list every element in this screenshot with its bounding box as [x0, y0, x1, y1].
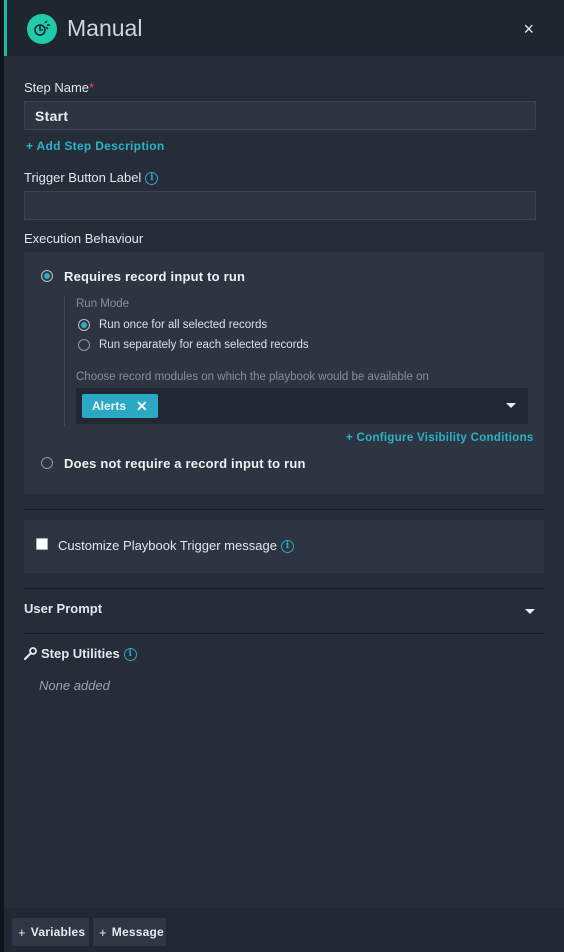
- run-once-radio[interactable]: [78, 319, 90, 331]
- run-separately-label[interactable]: Run separately for each selected records: [99, 339, 309, 351]
- panel-title: Manual: [67, 15, 143, 41]
- record-modules-label: Choose record modules on which the playb…: [76, 371, 429, 383]
- trigger-button-input[interactable]: [24, 191, 536, 220]
- customize-message-label-text: Customize Playbook Trigger message: [58, 538, 277, 553]
- trigger-hand-icon: [27, 14, 57, 44]
- info-icon[interactable]: i: [145, 172, 159, 186]
- footer-toolbar: + Variables + Message: [4, 908, 564, 952]
- info-icon[interactable]: i: [280, 540, 294, 554]
- section-divider: [24, 633, 544, 634]
- step-utilities-label: Step Utilities: [41, 646, 120, 661]
- run-mode-guide-line: [64, 296, 65, 426]
- add-step-description-link[interactable]: + Add Step Description: [26, 139, 165, 153]
- customize-message-label: Customize Playbook Trigger message i: [58, 538, 294, 554]
- step-name-label-text: Step Name: [24, 80, 90, 95]
- trigger-button-label: Trigger Button Label i: [24, 170, 159, 186]
- module-tag-label: Alerts: [92, 399, 127, 413]
- remove-tag-icon[interactable]: ✕: [136, 398, 148, 415]
- step-config-panel: Step Name* Start + Add Step Description …: [4, 56, 564, 908]
- plus-icon: +: [99, 924, 107, 940]
- selected-module-tag: Alerts ✕: [82, 394, 158, 418]
- record-modules-select[interactable]: Alerts ✕: [76, 388, 528, 424]
- chevron-down-icon[interactable]: [506, 403, 516, 408]
- run-separately-radio[interactable]: [78, 339, 90, 351]
- run-mode-label: Run Mode: [76, 298, 130, 310]
- execution-behaviour-label: Execution Behaviour: [24, 231, 144, 246]
- section-divider: [24, 588, 544, 589]
- run-once-label[interactable]: Run once for all selected records: [99, 319, 267, 331]
- plus-icon: +: [18, 924, 26, 940]
- trigger-button-label-text: Trigger Button Label: [24, 170, 142, 185]
- section-divider: [24, 509, 544, 510]
- configure-visibility-link[interactable]: + Configure Visibility Conditions: [346, 432, 534, 444]
- message-button-label: Message: [111, 925, 164, 939]
- step-name-input[interactable]: Start: [24, 101, 536, 130]
- info-icon[interactable]: i: [123, 648, 137, 662]
- step-utilities-empty: None added: [39, 678, 110, 693]
- step-name-label: Step Name*: [24, 80, 94, 95]
- user-prompt-header[interactable]: User Prompt: [24, 601, 102, 616]
- not-requires-input-option-label[interactable]: Does not require a record input to run: [64, 456, 306, 471]
- variables-button-label: Variables: [30, 925, 86, 939]
- not-requires-input-radio[interactable]: [41, 457, 53, 469]
- requires-input-radio[interactable]: [41, 270, 53, 282]
- customize-message-checkbox[interactable]: [36, 538, 48, 550]
- variables-button[interactable]: + Variables: [12, 918, 89, 946]
- close-button[interactable]: ×: [523, 20, 534, 38]
- required-mark: *: [89, 80, 95, 95]
- step-utilities-header: Step Utilities i: [23, 646, 137, 663]
- requires-input-option-label[interactable]: Requires record input to run: [64, 269, 245, 284]
- message-button[interactable]: + Message: [93, 918, 166, 946]
- panel-header: Manual ×: [4, 0, 564, 56]
- chevron-down-icon[interactable]: [525, 609, 535, 614]
- wrench-icon: [23, 646, 37, 663]
